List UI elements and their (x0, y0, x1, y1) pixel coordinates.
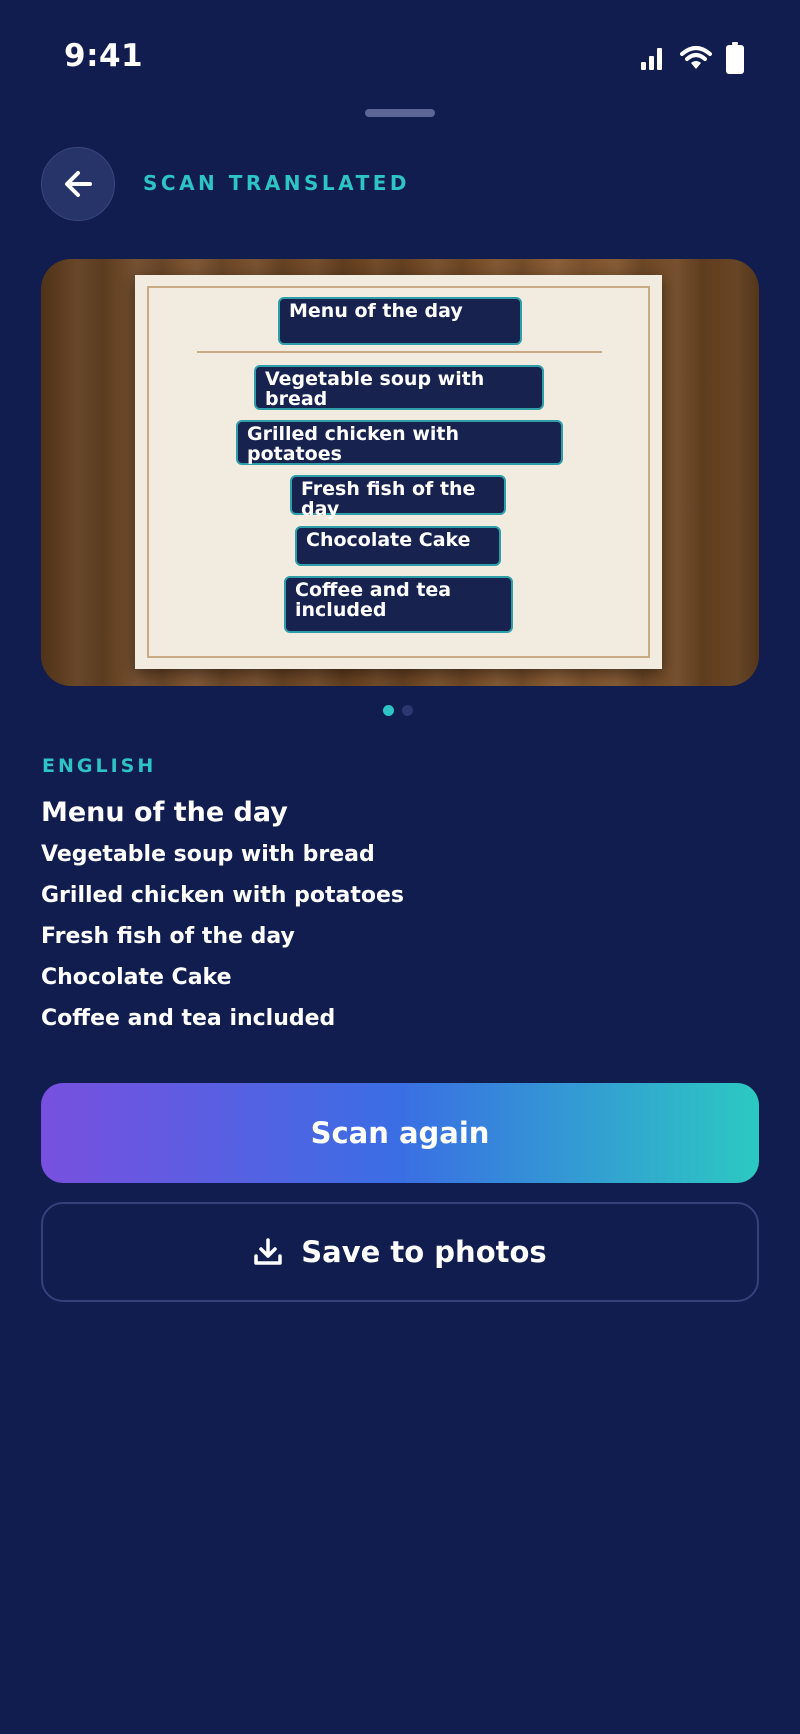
status-bar: 9:41 (0, 0, 800, 116)
arrow-left-icon (65, 171, 92, 197)
page-dot[interactable] (402, 705, 413, 716)
overlay-item[interactable]: Coffee and tea included (284, 576, 513, 633)
page-indicator (383, 705, 413, 716)
translation-line: Grilled chicken with potatoes (41, 883, 404, 908)
translation-text: Menu of the day Vegetable soup with brea… (41, 797, 404, 1047)
language-label: ENGLISH (42, 755, 157, 777)
page-title: SCAN TRANSLATED (143, 171, 411, 195)
scan-again-label: Scan again (310, 1116, 490, 1150)
translation-line: Coffee and tea included (41, 1006, 336, 1031)
scan-again-button[interactable]: Scan again (41, 1083, 759, 1183)
overlay-item[interactable]: Grilled chicken with potatoes (236, 420, 563, 465)
menu-paper: Cardápio do dia Sopa de legumes com pão … (135, 275, 662, 669)
save-to-photos-label: Save to photos (301, 1235, 547, 1269)
sheet-grabber[interactable] (365, 109, 435, 117)
overlay-item[interactable]: Fresh fish of the day (290, 475, 506, 519)
translation-line: Chocolate Cake (41, 965, 232, 990)
overlay-item[interactable]: Chocolate Cake (295, 526, 501, 566)
status-icons (640, 42, 744, 74)
menu-divider (197, 351, 602, 353)
overlay-title[interactable]: Menu of the day (278, 297, 522, 345)
back-button[interactable] (41, 147, 115, 221)
page-dot-active[interactable] (383, 705, 394, 716)
translation-line: Fresh fish of the day (41, 924, 295, 949)
translation-title: Menu of the day (41, 797, 288, 828)
status-time: 9:41 (64, 38, 144, 74)
signal-icon (641, 48, 662, 70)
overlay-item[interactable]: Vegetable soup with bread (254, 365, 544, 410)
wifi-icon (680, 46, 712, 69)
download-icon (254, 1238, 283, 1265)
save-to-photos-button[interactable]: Save to photos (41, 1202, 759, 1302)
battery-icon (726, 42, 744, 74)
scan-preview[interactable]: Cardápio do dia Sopa de legumes com pão … (41, 259, 759, 686)
translation-line: Vegetable soup with bread (41, 842, 375, 867)
